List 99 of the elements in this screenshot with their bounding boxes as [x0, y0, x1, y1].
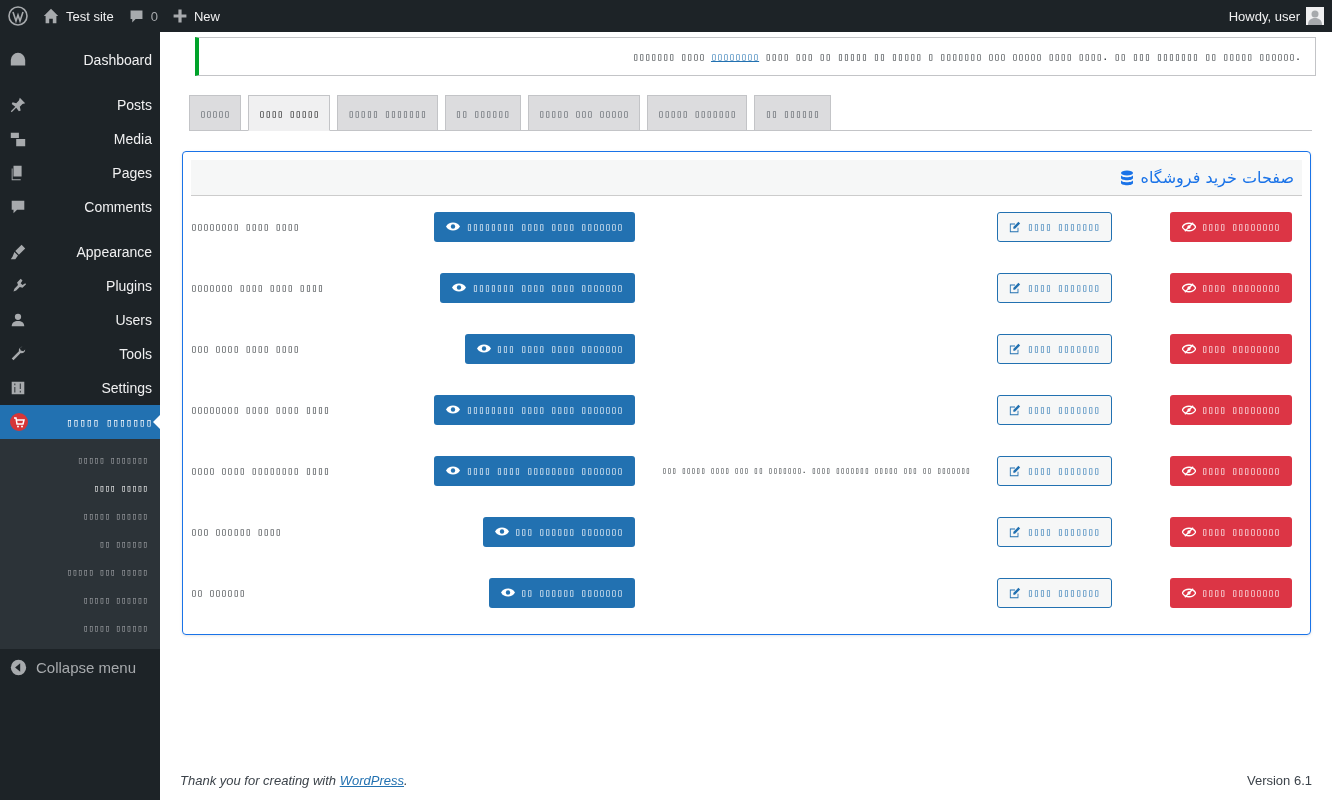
- eye-slash-icon: [1181, 282, 1196, 293]
- page-name: ▯▯▯▯▯▯▯▯ ▯▯▯▯ ▯▯▯▯ ▯▯▯▯: [191, 404, 330, 415]
- delete-button[interactable]: ▯▯▯▯ ▯▯▯▯▯▯▯▯: [1169, 394, 1292, 425]
- pointer-icon: [153, 415, 160, 429]
- page-name: ▯▯▯ ▯▯▯▯▯▯ ▯▯▯▯: [191, 526, 282, 537]
- version-text: Version 6.1: [1246, 773, 1312, 788]
- delete-button[interactable]: ▯▯▯▯ ▯▯▯▯▯▯▯▯: [1169, 455, 1292, 486]
- eye-icon: [452, 283, 467, 292]
- edit-icon: [1009, 525, 1022, 538]
- view-page-button[interactable]: ▯▯▯ ▯▯▯▯ ▯▯▯▯ ▯▯▯▯▯▯▯: [464, 333, 635, 364]
- comment-count: 0: [150, 8, 158, 24]
- collapse-menu-button[interactable]: Collapse menu: [0, 649, 160, 686]
- row-note: ▯▯▯ ▯▯▯▯▯ ▯▯▯▯ ▯▯▯ ▯▯ ▯▯▯▯▯▯▯. ▯▯▯▯ ▯▯▯▯▯▯▯ ▯▯▯▯▯ ▯▯▯ ▯▯ ▯▯▯▯▯▯▯: [662, 466, 971, 475]
- menu-item[interactable]: Tools: [0, 337, 160, 371]
- view-page-button[interactable]: ▯▯▯▯▯▯▯ ▯▯▯▯ ▯▯▯▯ ▯▯▯▯▯▯▯: [440, 272, 635, 303]
- page-name: ▯▯▯▯▯▯▯▯ ▯▯▯▯ ▯▯▯▯: [191, 221, 300, 232]
- plus-icon[interactable]: [171, 8, 188, 24]
- menu-item[interactable]: Comments: [0, 190, 160, 224]
- wordpress-link[interactable]: WordPress: [339, 773, 404, 788]
- view-page-button[interactable]: ▯▯▯▯ ▯▯▯▯ ▯▯▯▯▯▯▯▯ ▯▯▯▯▯▯▯: [434, 455, 635, 486]
- edit-button[interactable]: ▯▯▯▯ ▯▯▯▯▯▯▯: [997, 577, 1112, 608]
- eye-slash-icon: [1181, 404, 1196, 415]
- tab[interactable]: ▯▯▯▯▯ ▯▯▯▯▯▯▯: [337, 95, 438, 130]
- delete-button[interactable]: ▯▯▯▯ ▯▯▯▯▯▯▯▯: [1169, 272, 1292, 303]
- menu-item[interactable]: Plugins: [0, 269, 160, 303]
- wordpress-logo-icon[interactable]: [8, 6, 28, 26]
- view-page-button[interactable]: ▯▯▯▯▯▯▯▯ ▯▯▯▯ ▯▯▯▯ ▯▯▯▯▯▯▯: [434, 394, 635, 425]
- tab[interactable]: ▯▯ ▯▯▯▯▯▯: [444, 95, 521, 130]
- edit-button[interactable]: ▯▯▯▯ ▯▯▯▯▯▯▯: [997, 211, 1112, 242]
- submenu-item[interactable]: ▯▯▯▯▯ ▯▯▯▯▯▯: [0, 614, 160, 642]
- menu-item[interactable]: Settings: [0, 371, 160, 405]
- edit-icon: [1009, 586, 1022, 599]
- card-title: صفحات خرید فروشگاه: [1140, 168, 1294, 187]
- new-link[interactable]: New: [193, 8, 220, 24]
- edit-button[interactable]: ▯▯▯▯ ▯▯▯▯▯▯▯: [997, 455, 1112, 486]
- eye-icon: [494, 527, 509, 536]
- edit-icon: [1009, 464, 1022, 477]
- brush-icon: [9, 243, 27, 261]
- greeting-link[interactable]: Howdy, user: [1228, 8, 1300, 24]
- submenu-item[interactable]: ▯▯▯▯▯ ▯▯▯▯▯▯: [0, 586, 160, 614]
- tab[interactable]: ▯▯▯▯▯ ▯▯▯ ▯▯▯▯▯: [527, 95, 641, 130]
- submenu-item[interactable]: ▯▯▯▯ ▯▯▯▯▯: [0, 474, 160, 502]
- eye-icon: [446, 222, 461, 231]
- user-icon: [9, 311, 27, 329]
- footer-credit: Thank you for creating with WordPress.: [180, 773, 408, 788]
- tab[interactable]: ▯▯▯▯▯ ▯▯▯▯▯▯▯: [647, 95, 748, 130]
- submenu-item[interactable]: ▯▯▯▯▯ ▯▯▯▯▯▯: [0, 502, 160, 530]
- eye-slash-icon: [1181, 221, 1196, 232]
- database-icon: [1119, 169, 1134, 186]
- cart-icon: [9, 412, 29, 432]
- page-name: ▯▯▯ ▯▯▯▯ ▯▯▯▯ ▯▯▯▯: [191, 343, 300, 354]
- menu-item[interactable]: Media: [0, 122, 160, 156]
- tab[interactable]: ▯▯▯▯▯: [189, 95, 242, 130]
- eye-slash-icon: [1181, 587, 1196, 598]
- menu-item[interactable]: Dashboard: [0, 43, 160, 77]
- sliders-icon: [9, 379, 27, 397]
- home-icon[interactable]: [42, 7, 60, 25]
- submenu-item[interactable]: ▯▯▯▯▯ ▯▯▯▯▯▯▯: [0, 446, 160, 474]
- site-name-link[interactable]: Test site: [66, 8, 114, 24]
- delete-button[interactable]: ▯▯▯▯ ▯▯▯▯▯▯▯▯: [1169, 516, 1292, 547]
- eye-icon: [446, 405, 461, 414]
- view-page-button[interactable]: ▯▯▯ ▯▯▯▯▯▯ ▯▯▯▯▯▯▯: [482, 516, 635, 547]
- menu-item[interactable]: Appearance: [0, 235, 160, 269]
- edit-button[interactable]: ▯▯▯▯ ▯▯▯▯▯▯▯: [997, 272, 1112, 303]
- edit-icon: [1009, 342, 1022, 355]
- page-name: ▯▯ ▯▯▯▯▯▯: [191, 587, 246, 598]
- eye-slash-icon: [1181, 465, 1196, 476]
- edit-button[interactable]: ▯▯▯▯ ▯▯▯▯▯▯▯: [997, 516, 1112, 547]
- edit-icon: [1009, 220, 1022, 233]
- view-page-button[interactable]: ▯▯▯▯▯▯▯▯ ▯▯▯▯ ▯▯▯▯ ▯▯▯▯▯▯▯: [434, 211, 635, 242]
- collapse-icon: [10, 659, 27, 676]
- eye-icon: [446, 466, 461, 475]
- menu-item[interactable]: Posts: [0, 88, 160, 122]
- menu-item[interactable]: Users: [0, 303, 160, 337]
- page-name: ▯▯▯▯▯▯▯ ▯▯▯▯ ▯▯▯▯ ▯▯▯▯: [191, 282, 324, 293]
- eye-icon: [500, 588, 515, 597]
- delete-button[interactable]: ▯▯▯▯ ▯▯▯▯▯▯▯▯: [1169, 577, 1292, 608]
- tab[interactable]: ▯▯▯▯ ▯▯▯▯▯: [248, 95, 331, 131]
- edit-icon: [1009, 281, 1022, 294]
- media-icon: [9, 130, 27, 148]
- view-page-button[interactable]: ▯▯ ▯▯▯▯▯▯ ▯▯▯▯▯▯▯: [488, 577, 635, 608]
- edit-button[interactable]: ▯▯▯▯ ▯▯▯▯▯▯▯: [997, 394, 1112, 425]
- delete-button[interactable]: ▯▯▯▯ ▯▯▯▯▯▯▯▯: [1169, 333, 1292, 364]
- page-name: ▯▯▯▯ ▯▯▯▯ ▯▯▯▯▯▯▯▯ ▯▯▯▯: [191, 465, 330, 476]
- submenu-item[interactable]: ▯▯ ▯▯▯▯▯▯: [0, 530, 160, 558]
- delete-button[interactable]: ▯▯▯▯ ▯▯▯▯▯▯▯▯: [1169, 211, 1292, 242]
- submenu-item[interactable]: ▯▯▯▯▯ ▯▯▯ ▯▯▯▯▯: [0, 558, 160, 586]
- menu-item[interactable]: ▯▯▯▯▯ ▯▯▯▯▯▯▯: [0, 405, 160, 439]
- pin-icon: [9, 96, 27, 114]
- tab[interactable]: ▯▯ ▯▯▯▯▯▯: [754, 95, 831, 130]
- menu-item[interactable]: Pages: [0, 156, 160, 190]
- edit-icon: [1009, 403, 1022, 416]
- eye-slash-icon: [1181, 343, 1196, 354]
- eye-icon: [476, 344, 491, 353]
- eye-slash-icon: [1181, 526, 1196, 537]
- notice-text: ▯▯▯▯▯▯▯ ▯▯▯▯ ▯▯▯▯▯▯▯▯ ▯▯▯▯ ▯▯▯ ▯▯ ▯▯▯▯▯ ▯▯ ▯▯▯▯▯ ▯ ▯▯▯▯▯▯▯ ▯▯▯ ▯▯▯▯▯ ▯▯▯▯ ▯▯▯▯. ▯▯ ▯▯▯ ▯▯▯▯▯▯▯ ▯▯ ▯▯▯▯▯ ▯▯▯▯▯▯.: [632, 51, 1301, 62]
- notice-link[interactable]: ▯▯▯▯▯▯▯▯: [710, 51, 760, 62]
- wrench-icon: [9, 345, 27, 363]
- edit-button[interactable]: ▯▯▯▯ ▯▯▯▯▯▯▯: [997, 333, 1112, 364]
